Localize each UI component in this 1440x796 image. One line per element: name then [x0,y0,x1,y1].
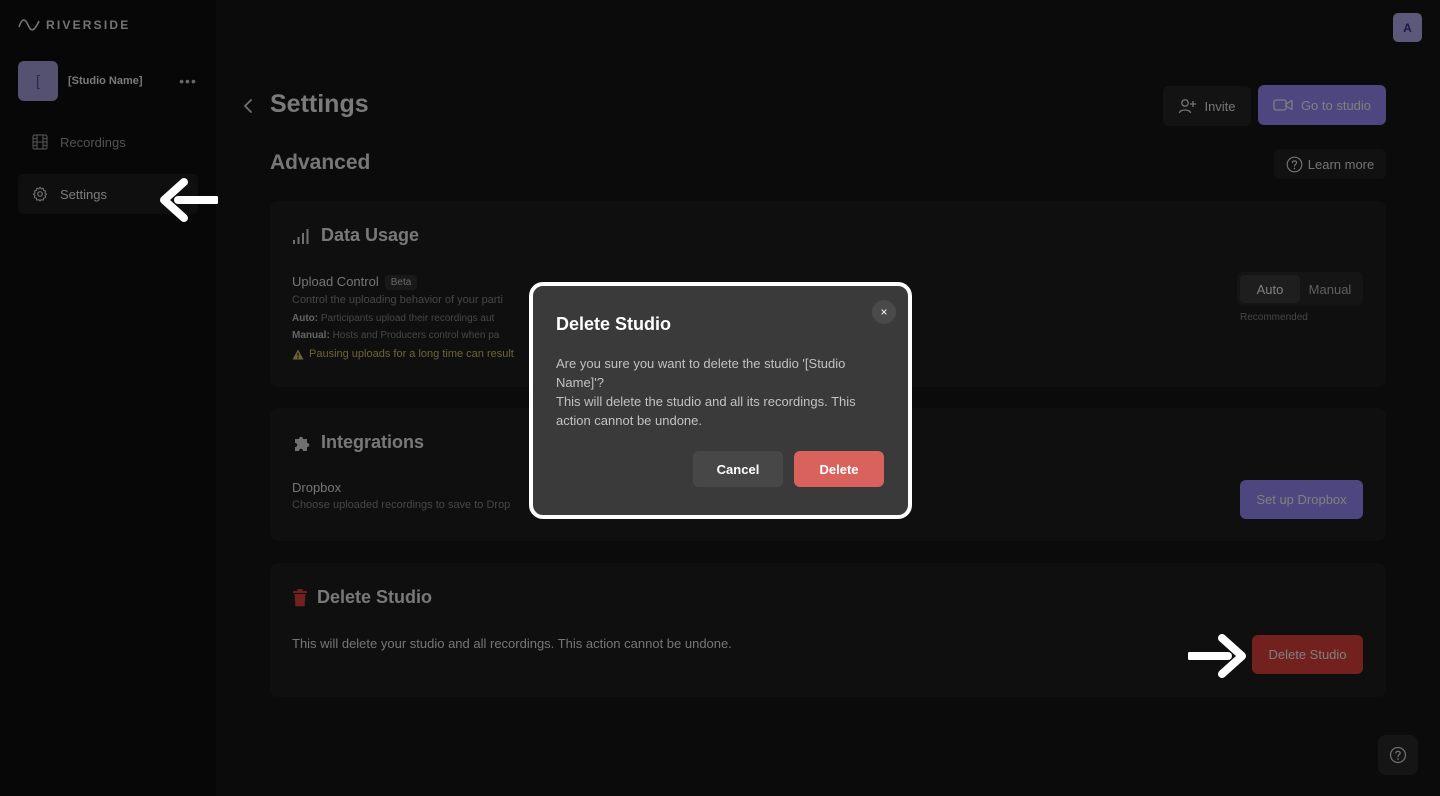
confirm-delete-button[interactable]: Delete [794,451,884,487]
dialog-title: Delete Studio [556,314,672,334]
annotation-arrow-left-icon [160,178,218,222]
dialog-body: Are you sure you want to delete the stud… [556,354,876,430]
dialog-question: Are you sure you want to delete the stud… [556,356,846,390]
cancel-button[interactable]: Cancel [693,451,783,487]
close-icon[interactable]: × [872,300,896,324]
annotation-arrow-right-icon [1188,634,1246,678]
dialog-warning: This will delete the studio and all its … [556,394,856,428]
delete-studio-dialog: × Delete Studio Are you sure you want to… [529,282,912,519]
